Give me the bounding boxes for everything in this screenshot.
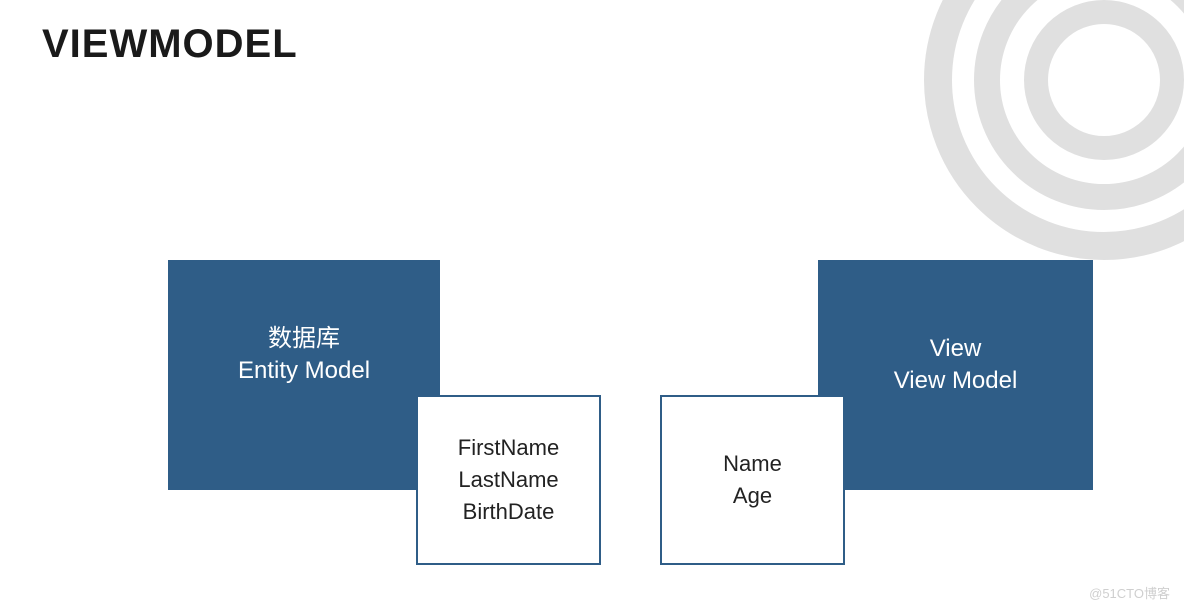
arc-outer <box>924 0 1184 260</box>
watermark: @51CTO博客 <box>1089 583 1170 602</box>
arc-inner <box>1024 0 1184 160</box>
view-model-box: View View Model <box>818 260 1093 490</box>
entity-fields-box: FirstName LastName BirthDate <box>416 395 601 565</box>
entity-model-box: 数据库 Entity Model <box>168 260 440 490</box>
page-title: VIEWMODEL <box>42 22 298 67</box>
entity-model-line1: 数据库 <box>268 323 340 355</box>
view-model-line1: View <box>930 333 982 365</box>
view-field-2: Age <box>733 480 772 512</box>
view-model-line2: View Model <box>894 365 1018 397</box>
entity-field-3: BirthDate <box>463 496 555 528</box>
view-fields-box: Name Age <box>660 395 845 565</box>
view-field-1: Name <box>723 448 782 480</box>
entity-field-2: LastName <box>458 464 558 496</box>
entity-field-1: FirstName <box>458 432 559 464</box>
arc-middle <box>974 0 1184 210</box>
entity-model-line2: Entity Model <box>238 355 370 387</box>
background-arcs <box>904 0 1184 280</box>
